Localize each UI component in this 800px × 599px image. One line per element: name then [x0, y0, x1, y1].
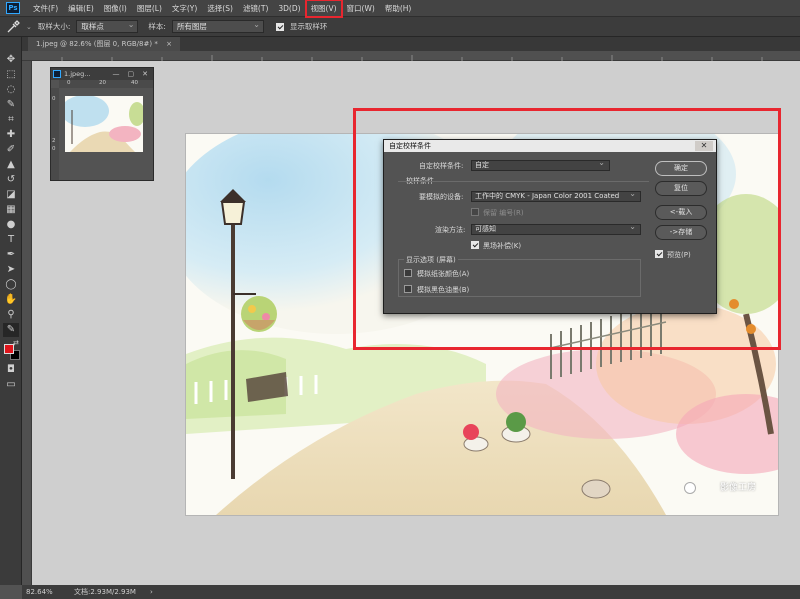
maximize-icon[interactable]: ▢	[128, 70, 135, 78]
path-select-icon[interactable]: ➤	[3, 263, 19, 277]
floating-window-thumbnail	[61, 95, 145, 152]
ruler-tick-label: 0	[52, 146, 56, 152]
history-brush-icon[interactable]: ↺	[3, 173, 19, 187]
ruler-tick-label: 0	[67, 80, 71, 86]
show-ring-label: 显示取样环	[289, 22, 328, 31]
floating-window-titlebar[interactable]: 1.jpeg... — ▢ ✕	[51, 68, 153, 80]
marquee-tool-icon[interactable]: ⬚	[3, 68, 19, 82]
wechat-icon	[684, 482, 696, 494]
menu-type[interactable]: 文字(Y)	[167, 0, 202, 17]
watermark-text: 影像工房	[719, 483, 756, 493]
floating-ruler-top: 0 20 40	[59, 80, 153, 88]
minimize-icon[interactable]: —	[113, 70, 120, 78]
gradient-tool-icon[interactable]: ▦	[3, 203, 19, 217]
document-tab-bar: 1.jpeg @ 82.6% (图层 0, RGB/8#) * ×	[22, 37, 800, 51]
menu-edit[interactable]: 编辑(E)	[63, 0, 99, 17]
horizontal-ruler	[22, 51, 800, 61]
document-tab-title: 1.jpeg @ 82.6% (图层 0, RGB/8#) *	[36, 40, 158, 48]
ruler-tick-label: 20	[99, 80, 106, 86]
stamp-tool-icon[interactable]: ▲	[3, 158, 19, 172]
move-tool-icon[interactable]: ✥	[3, 53, 19, 67]
brush-tool-icon[interactable]: ✐	[3, 143, 19, 157]
lasso-tool-icon[interactable]: ◌	[3, 83, 19, 97]
highlight-box	[353, 108, 781, 350]
menu-select[interactable]: 选择(S)	[202, 0, 238, 17]
eraser-tool-icon[interactable]: ◪	[3, 188, 19, 202]
menu-file[interactable]: 文件(F)	[28, 0, 63, 17]
eyedropper-icon[interactable]	[6, 19, 20, 34]
pen-tool-icon[interactable]: ✒	[3, 248, 19, 262]
floating-ruler-left: 0 2 0	[51, 88, 59, 180]
ruler-tick-label: 2	[52, 138, 56, 144]
quick-select-tool-icon[interactable]: ✎	[3, 98, 19, 112]
zoom-tool-icon[interactable]: ⚲	[3, 308, 19, 322]
shape-tool-icon[interactable]: ◯	[3, 278, 19, 292]
menu-3d[interactable]: 3D(D)	[273, 0, 305, 17]
close-icon[interactable]: ✕	[142, 70, 148, 78]
menu-image[interactable]: 图像(I)	[99, 0, 132, 17]
sample-label: 样本:	[148, 22, 166, 31]
menu-window[interactable]: 窗口(W)	[342, 0, 380, 17]
tools-panel: ✥ ⬚ ◌ ✎ ⌗ ✚ ✐ ▲ ↺ ◪ ▦ ● T ✒ ➤ ◯ ✋ ⚲ ✎ ⇄ …	[0, 37, 22, 585]
zoom-level[interactable]: 82.64%	[26, 585, 53, 599]
show-ring-checkbox[interactable]	[275, 22, 284, 31]
type-tool-icon[interactable]: T	[3, 233, 19, 247]
ruler-tick-label: 40	[131, 80, 138, 86]
floating-window-title: 1.jpeg...	[64, 70, 91, 78]
sample-select[interactable]: 所有图层	[171, 19, 264, 33]
ps-small-icon	[53, 70, 61, 78]
floating-document-window[interactable]: 1.jpeg... — ▢ ✕ 0 20 40 0 2 0	[50, 67, 154, 181]
sample-size-select[interactable]: 取样点	[76, 19, 139, 33]
photoshop-logo: Ps	[6, 2, 20, 14]
horizontal-ruler-ticks	[61, 55, 763, 61]
tool-preset-chevron-icon[interactable]: ⌄	[26, 23, 32, 31]
foreground-color-swatch[interactable]	[4, 344, 14, 354]
hand-tool-icon[interactable]: ✋	[3, 293, 19, 307]
menu-layer[interactable]: 图层(L)	[132, 0, 167, 17]
heal-tool-icon[interactable]: ✚	[3, 128, 19, 142]
eyedropper-tool-icon[interactable]: ✎	[3, 323, 19, 337]
status-bar: 82.64% 文档:2.93M/2.93M ›	[22, 585, 800, 599]
options-bar: ⌄ 取样大小: 取样点 样本: 所有图层 显示取样环	[0, 17, 800, 37]
ruler-tick-label: 0	[52, 96, 56, 102]
quick-mask-icon[interactable]: ◘	[3, 363, 19, 377]
tab-close-icon[interactable]: ×	[166, 40, 172, 48]
menu-bar: Ps 文件(F) 编辑(E) 图像(I) 图层(L) 文字(Y) 选择(S) 滤…	[0, 0, 800, 18]
sample-size-label: 取样大小:	[37, 22, 71, 31]
menu-filter[interactable]: 滤镜(T)	[238, 0, 273, 17]
vertical-ruler	[22, 61, 32, 585]
menu-help[interactable]: 帮助(H)	[380, 0, 417, 17]
blur-tool-icon[interactable]: ●	[3, 218, 19, 232]
menu-view[interactable]: 视图(V)	[304, 0, 343, 18]
document-info: 文档:2.93M/2.93M	[74, 588, 136, 596]
document-tab[interactable]: 1.jpeg @ 82.6% (图层 0, RGB/8#) * ×	[28, 37, 180, 51]
status-arrow-icon[interactable]: ›	[150, 585, 153, 599]
screen-mode-icon[interactable]: ▭	[3, 378, 19, 392]
crop-tool-icon[interactable]: ⌗	[3, 113, 19, 127]
